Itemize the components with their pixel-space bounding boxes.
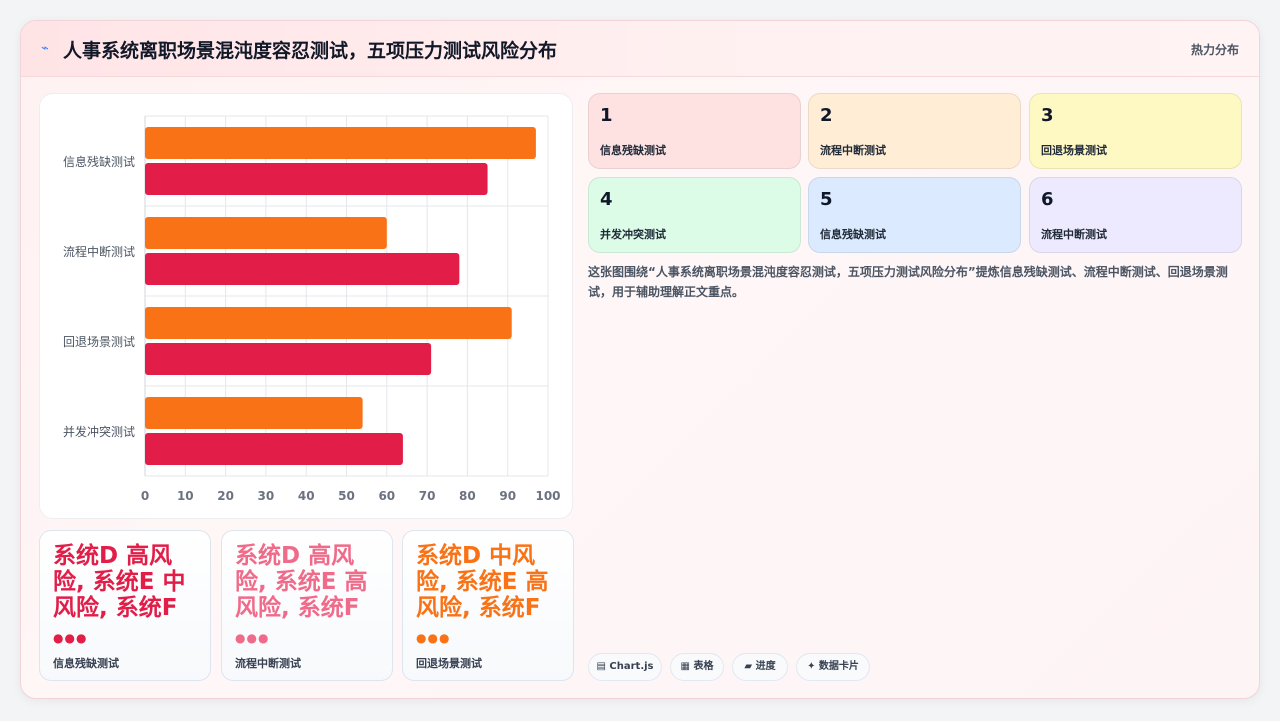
tile-1[interactable]: 1 信息残缺测试 xyxy=(588,93,801,169)
x-tick-label: 10 xyxy=(177,489,194,503)
page-title: 人事系统离职场景混沌度容忍测试，五项压力测试风险分布 xyxy=(63,40,558,62)
chart-tag[interactable]: ▤ Chart.js xyxy=(588,653,662,681)
x-tick-label: 60 xyxy=(378,489,395,503)
table-tag[interactable]: ▦ 表格 xyxy=(670,653,724,681)
x-tick-label: 40 xyxy=(298,489,315,503)
bar xyxy=(145,433,403,465)
progress-tag[interactable]: ▰ 进度 xyxy=(732,653,788,681)
kpi-text: 系统D 中风险, 系统E 高风险, 系统F xyxy=(416,543,549,621)
kpi-label: 信息残缺测试 xyxy=(53,657,119,670)
dashboard-frame: ⌁ 人事系统离职场景混沌度容忍测试，五项压力测试风险分布 热力分布 0 10 20 3… xyxy=(20,20,1260,699)
bar xyxy=(145,307,512,339)
x-tick-label: 70 xyxy=(419,489,436,503)
tile-5[interactable]: 5 信息残缺测试 xyxy=(808,177,1021,253)
tile-label: 流程中断测试 xyxy=(1041,228,1107,241)
tile-label: 信息残缺测试 xyxy=(600,144,666,157)
bar xyxy=(145,217,387,249)
bar xyxy=(145,397,363,429)
x-tick-label: 0 xyxy=(141,489,149,503)
tile-4[interactable]: 4 并发冲突测试 xyxy=(588,177,801,253)
kpi-card-3: 系统D 中风险, 系统E 高风险, 系统F ●●● 回退场景测试 xyxy=(402,530,574,681)
header: ⌁ 人事系统离职场景混沌度容忍测试，五项压力测试风险分布 热力分布 xyxy=(21,21,1259,77)
tile-number: 3 xyxy=(1041,105,1054,126)
tile-number: 6 xyxy=(1041,189,1054,210)
tile-number: 4 xyxy=(600,189,613,210)
bar-chart: 0 10 20 30 40 50 60 70 80 90 100 信息残缺测试流程中断测试回退场景测试… xyxy=(63,115,561,503)
kpi-label: 回退场景测试 xyxy=(416,657,482,670)
tile-label: 流程中断测试 xyxy=(820,144,886,157)
tile-label: 并发冲突测试 xyxy=(600,228,666,241)
tile-number: 1 xyxy=(600,105,613,126)
chart-description: 这张图围绕“人事系统离职场景混沌度容忍测试，五项压力测试风险分布”提炼信息残缺测… xyxy=(588,265,1228,299)
heatmap-badge[interactable]: 热力分布 xyxy=(1191,41,1239,58)
kpi-label: 流程中断测试 xyxy=(235,657,301,670)
kpi-dots: ●●● xyxy=(416,631,451,645)
x-tick-label: 30 xyxy=(258,489,275,503)
x-tick-label: 90 xyxy=(499,489,516,503)
tile-3[interactable]: 3 回退场景测试 xyxy=(1029,93,1242,169)
bar xyxy=(145,127,536,159)
y-category-label: 流程中断测试 xyxy=(63,244,135,259)
x-tick-label: 50 xyxy=(338,489,355,503)
y-category-label: 信息残缺测试 xyxy=(63,154,135,169)
tile-6[interactable]: 6 流程中断测试 xyxy=(1029,177,1242,253)
kpi-text: 系统D 高风险, 系统E 高风险, 系统F xyxy=(235,543,368,621)
y-category-label: 并发冲突测试 xyxy=(63,424,135,439)
kpi-dots: ●●● xyxy=(53,631,88,645)
x-tick-label: 100 xyxy=(535,489,560,503)
tile-number: 5 xyxy=(820,189,833,210)
tile-number: 2 xyxy=(820,105,833,126)
bar-chart-card: 0 10 20 30 40 50 60 70 80 90 100 信息残缺测试 流程中断测试 回退场景测试… xyxy=(39,93,573,519)
bar xyxy=(145,163,488,195)
bar xyxy=(145,343,432,375)
x-tick-label: 80 xyxy=(459,489,476,503)
lightning-icon: ⌁ xyxy=(41,41,49,56)
data-card-tag[interactable]: ✦ 数据卡片 xyxy=(796,653,870,681)
kpi-card-2: 系统D 高风险, 系统E 高风险, 系统F ●●● 流程中断测试 xyxy=(221,530,393,681)
kpi-card-1: 系统D 高风险, 系统E 中风险, 系统F ●●● 信息残缺测试 xyxy=(39,530,211,681)
bar xyxy=(145,253,460,285)
tile-2[interactable]: 2 流程中断测试 xyxy=(808,93,1021,169)
kpi-text: 系统D 高风险, 系统E 中风险, 系统F xyxy=(53,543,186,621)
y-category-label: 回退场景测试 xyxy=(63,334,135,349)
tile-label: 回退场景测试 xyxy=(1041,144,1107,157)
tile-label: 信息残缺测试 xyxy=(820,228,886,241)
x-tick-label: 20 xyxy=(217,489,234,503)
kpi-dots: ●●● xyxy=(235,631,270,645)
